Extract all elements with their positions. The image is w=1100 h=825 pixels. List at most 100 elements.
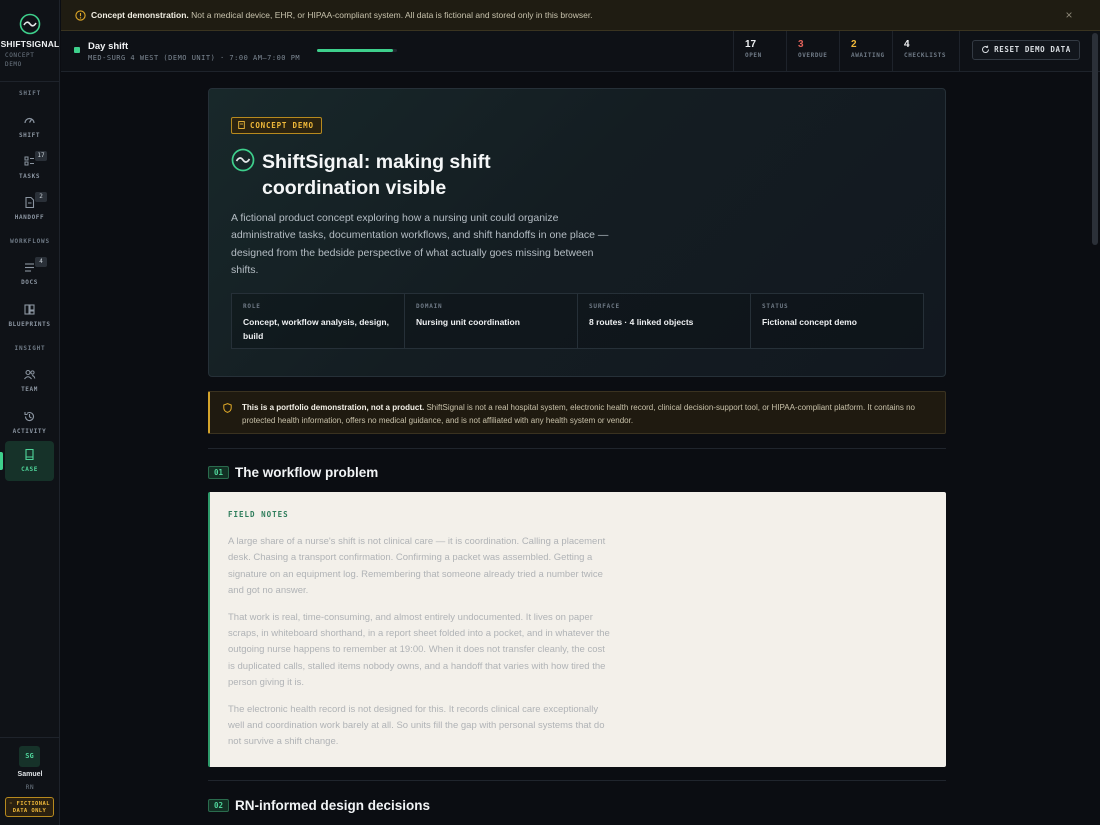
stat-label: CHECKLISTS xyxy=(904,52,947,59)
meta-label: SURFACE xyxy=(589,303,620,310)
hero-description: A fictional product concept exploring ho… xyxy=(231,212,609,276)
portfolio-disclaimer: This is a portfolio demonstration, not a… xyxy=(208,391,946,434)
stat-overdue[interactable]: 3 OVERDUE xyxy=(786,31,839,71)
notice-text: Concept demonstration. Not a medical dev… xyxy=(91,10,593,20)
reset-label: RESET DEMO DATA xyxy=(994,45,1071,54)
sidebar-item-label: ACTIVITY xyxy=(12,428,47,435)
field-notes-label: FIELD NOTES xyxy=(228,510,289,519)
brand-subtitle: CONCEPT DEMO xyxy=(5,52,35,68)
case-icon xyxy=(25,448,34,461)
user-area: SG Samuel RN ◦ FICTIONAL DATA ONLY xyxy=(0,737,60,825)
stat-value: 4 xyxy=(904,39,910,50)
disclaimer-title: This is a portfolio demonstration, not a… xyxy=(242,403,425,412)
sidebar-item-label: DOCS xyxy=(21,279,38,286)
document-icon xyxy=(238,121,245,129)
sidebar-item-handoff[interactable]: 2 HANDOFF xyxy=(5,189,54,229)
brand[interactable]: SHIFTSIGNAL CONCEPT DEMO xyxy=(0,0,60,80)
team-icon xyxy=(24,369,36,380)
shift-status-dot xyxy=(74,47,80,53)
field-notes-card: FIELD NOTES A large share of a nurse's s… xyxy=(208,492,946,767)
field-notes-paragraph: The electronic health record is not desi… xyxy=(228,703,605,748)
tag-label: CONCEPT DEMO xyxy=(250,121,314,130)
stat-value: 3 xyxy=(798,39,804,50)
fictional-data-badge: ◦ FICTIONAL DATA ONLY xyxy=(5,797,54,817)
sidebar-item-case[interactable]: CASE xyxy=(5,441,54,481)
stat-value: 17 xyxy=(745,39,757,50)
gauge-icon xyxy=(24,117,35,124)
project-meta-grid: ROLE Concept, workflow analysis, design,… xyxy=(231,293,924,349)
meta-label: DOMAIN xyxy=(416,303,443,310)
brand-name: SHIFTSIGNAL xyxy=(0,39,60,49)
sidebar-item-docs[interactable]: 4 DOCS xyxy=(5,254,54,294)
warning-icon xyxy=(75,10,86,21)
sidebar-item-label: CASE xyxy=(21,466,38,473)
stat-open[interactable]: 17 OPEN xyxy=(733,31,786,71)
stat-checklists[interactable]: 4 CHECKLISTS xyxy=(892,31,960,71)
section-divider xyxy=(208,780,946,781)
meta-value: 8 routes · 4 linked objects xyxy=(589,317,694,327)
concept-demo-tag: CONCEPT DEMO xyxy=(231,117,322,134)
notice-title: Concept demonstration. xyxy=(91,10,189,20)
sidebar-item-label: HANDOFF xyxy=(14,214,45,221)
shiftsignal-logo-icon xyxy=(19,13,41,35)
tasks-count-badge: 17 xyxy=(35,151,47,161)
stat-label: OVERDUE xyxy=(798,52,828,59)
stat-value: 2 xyxy=(851,39,857,50)
sidebar-item-tasks[interactable]: 17 TASKS xyxy=(5,148,54,188)
user-name: Samuel xyxy=(17,771,43,778)
field-notes-paragraph: That work is real, time-consuming, and a… xyxy=(228,611,610,689)
sidebar-section-workflows: WORKFLOWS xyxy=(10,238,50,245)
meta-surface: SURFACE 8 routes · 4 linked objects xyxy=(578,294,751,348)
meta-value: Fictional concept demo xyxy=(762,317,857,327)
shiftsignal-logo-icon xyxy=(231,148,255,172)
sidebar-item-shift[interactable]: SHIFT xyxy=(5,107,54,147)
notice-body: Not a medical device, EHR, or HIPAA-comp… xyxy=(191,10,593,20)
meta-value: Nursing unit coordination xyxy=(416,317,520,327)
sidebar-item-label: TASKS xyxy=(18,173,41,180)
stat-label: AWAITING xyxy=(851,52,885,59)
sidebar-section-shift: SHIFT xyxy=(18,90,42,97)
shift-subtitle: MED-SURG 4 WEST (DEMO UNIT) · 7:00 AM–7:… xyxy=(88,54,301,62)
meta-role: ROLE Concept, workflow analysis, design,… xyxy=(232,294,405,348)
meta-value: Concept, workflow analysis, design, buil… xyxy=(243,317,389,341)
history-icon xyxy=(24,412,34,422)
refresh-icon xyxy=(982,45,990,53)
sidebar-item-label: SHIFT xyxy=(18,132,41,139)
sidebar: SHIFTSIGNAL CONCEPT DEMO SHIFT SHIFT 17 … xyxy=(0,0,60,825)
docs-count-badge: 4 xyxy=(35,257,47,267)
close-icon[interactable]: × xyxy=(1063,8,1075,22)
disclaimer-text: This is a portfolio demonstration, not a… xyxy=(242,402,937,427)
meta-label: ROLE xyxy=(243,303,261,310)
sidebar-item-label: TEAM xyxy=(21,386,38,393)
sidebar-item-label: BLUEPRINTS xyxy=(8,321,51,328)
meta-domain: DOMAIN Nursing unit coordination xyxy=(405,294,578,348)
sidebar-item-blueprints[interactable]: BLUEPRINTS xyxy=(5,296,54,336)
reset-demo-data-button[interactable]: RESET DEMO DATA xyxy=(972,40,1080,60)
active-nav-marker xyxy=(0,452,3,470)
meta-label: STATUS xyxy=(762,303,789,310)
main-content: CONCEPT DEMO ShiftSignal: making shift c… xyxy=(61,72,1100,825)
page-scrollbar[interactable] xyxy=(1092,33,1098,245)
section-number: 01 xyxy=(208,466,230,479)
hero-card: CONCEPT DEMO ShiftSignal: making shift c… xyxy=(208,88,946,377)
shift-header: Day shift MED-SURG 4 WEST (DEMO UNIT) · … xyxy=(61,31,1100,72)
shift-progress-fill xyxy=(317,49,393,52)
shift-name: Day shift xyxy=(88,41,129,52)
sidebar-item-team[interactable]: TEAM xyxy=(5,361,54,401)
sidebar-item-activity[interactable]: ACTIVITY xyxy=(5,403,54,443)
section-title: The workflow problem xyxy=(235,465,379,480)
hero-title: ShiftSignal: making shift coordination v… xyxy=(262,151,491,199)
field-notes-paragraph: A large share of a nurse's shift is not … xyxy=(228,536,606,597)
avatar[interactable]: SG xyxy=(19,746,40,767)
blueprints-icon xyxy=(24,304,35,315)
stat-awaiting[interactable]: 2 AWAITING xyxy=(839,31,892,71)
shift-progress-bar xyxy=(317,49,397,52)
user-role: RN xyxy=(25,784,35,791)
field-notes-body: A large share of a nurse's shift is not … xyxy=(228,534,612,761)
sidebar-divider xyxy=(0,81,60,82)
stat-label: OPEN xyxy=(745,52,762,59)
sidebar-section-insight: INSIGHT xyxy=(14,345,46,352)
section-title: RN-informed design decisions xyxy=(235,798,431,813)
shield-icon xyxy=(223,403,232,413)
meta-status: STATUS Fictional concept demo xyxy=(751,294,923,348)
